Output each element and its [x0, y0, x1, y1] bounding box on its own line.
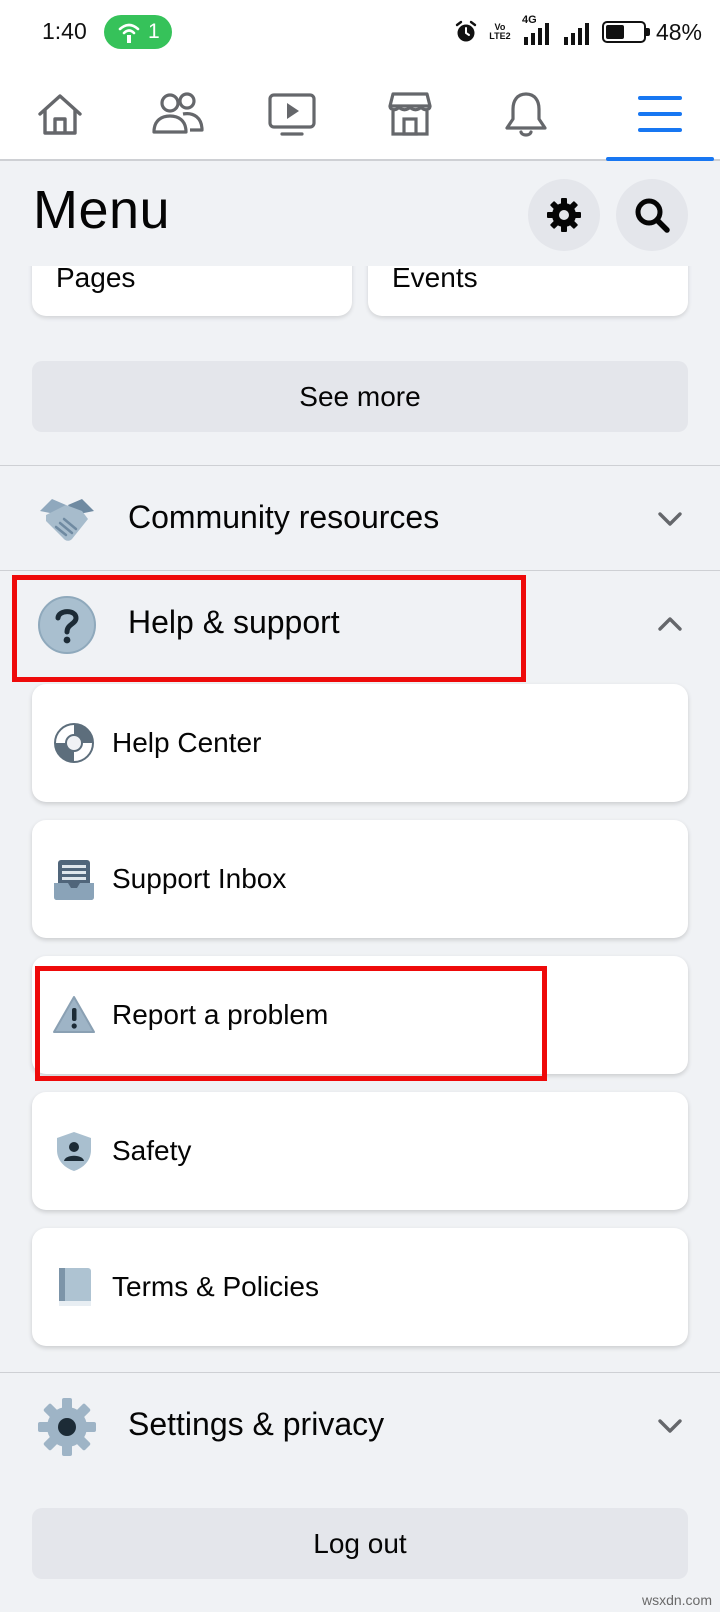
log-out-button[interactable]: Log out [32, 1508, 688, 1579]
lifebuoy-icon [52, 721, 96, 765]
shortcut-events-label: Events [392, 262, 478, 293]
tab-watch[interactable] [262, 84, 322, 144]
watch-icon [268, 93, 316, 136]
safety-label: Safety [112, 1135, 192, 1166]
book-icon [52, 1265, 96, 1309]
hotspot-icon [118, 23, 140, 43]
safety-item[interactable]: Safety [32, 1092, 688, 1210]
search-icon [635, 198, 670, 233]
settings-button[interactable] [528, 179, 600, 251]
status-bar: 1:40 1 Vo LTE2 4G 48% [0, 0, 720, 66]
status-time: 1:40 [42, 18, 87, 44]
shortcut-pages-label: Pages [56, 262, 136, 293]
community-resources-label: Community resources [128, 499, 440, 535]
divider [0, 1372, 720, 1373]
tab-notifications[interactable] [496, 84, 556, 144]
help-center-label: Help Center [112, 727, 262, 758]
inbox-icon [52, 857, 96, 901]
handshake-icon [36, 489, 98, 551]
chevron-up-icon [658, 617, 682, 631]
community-resources-section[interactable]: Community resources [0, 469, 720, 569]
hotspot-badge: 1 [104, 15, 172, 49]
battery-icon [601, 21, 650, 43]
notifications-icon [505, 92, 547, 137]
page-title: Menu [33, 180, 171, 240]
top-nav [0, 66, 720, 161]
tab-home[interactable] [30, 84, 90, 144]
question-icon [36, 594, 98, 656]
battery-percent: 48% [655, 18, 702, 45]
support-inbox-label: Support Inbox [112, 863, 287, 894]
gear-icon [547, 198, 581, 232]
report-problem-label: Report a problem [112, 999, 329, 1030]
shield-icon [52, 1129, 96, 1173]
report-problem-item[interactable]: Report a problem [32, 956, 688, 1074]
divider [0, 465, 720, 466]
terms-policies-item[interactable]: Terms & Policies [32, 1228, 688, 1346]
watermark: wsxdn.com [641, 1592, 712, 1608]
see-more-button[interactable]: See more [32, 361, 688, 432]
gear-icon [36, 1396, 98, 1458]
help-support-label: Help & support [128, 604, 340, 640]
alarm-icon [455, 20, 477, 42]
home-icon [38, 94, 82, 135]
marketplace-icon [388, 92, 432, 136]
menu-icon [638, 96, 682, 132]
divider [0, 570, 720, 571]
chevron-down-icon [658, 1419, 682, 1433]
help-support-section[interactable]: Help & support [0, 574, 720, 674]
terms-policies-label: Terms & Policies [112, 1271, 319, 1302]
settings-privacy-label: Settings & privacy [128, 1406, 385, 1442]
tab-marketplace[interactable] [380, 84, 440, 144]
hotspot-count: 1 [148, 20, 160, 43]
signal-icon [563, 23, 589, 45]
help-center-item[interactable]: Help Center [32, 684, 688, 802]
tab-menu[interactable] [630, 84, 690, 144]
volte-indicator: Vo LTE2 [489, 22, 511, 41]
friends-icon [152, 92, 204, 134]
search-button[interactable] [616, 179, 688, 251]
menu-header: Menu [0, 161, 720, 266]
tab-friends[interactable] [148, 84, 208, 144]
chevron-down-icon [658, 512, 682, 526]
support-inbox-item[interactable]: Support Inbox [32, 820, 688, 938]
warning-icon [52, 993, 96, 1037]
settings-privacy-section[interactable]: Settings & privacy [0, 1376, 720, 1476]
signal-4g-icon: 4G [522, 14, 552, 47]
